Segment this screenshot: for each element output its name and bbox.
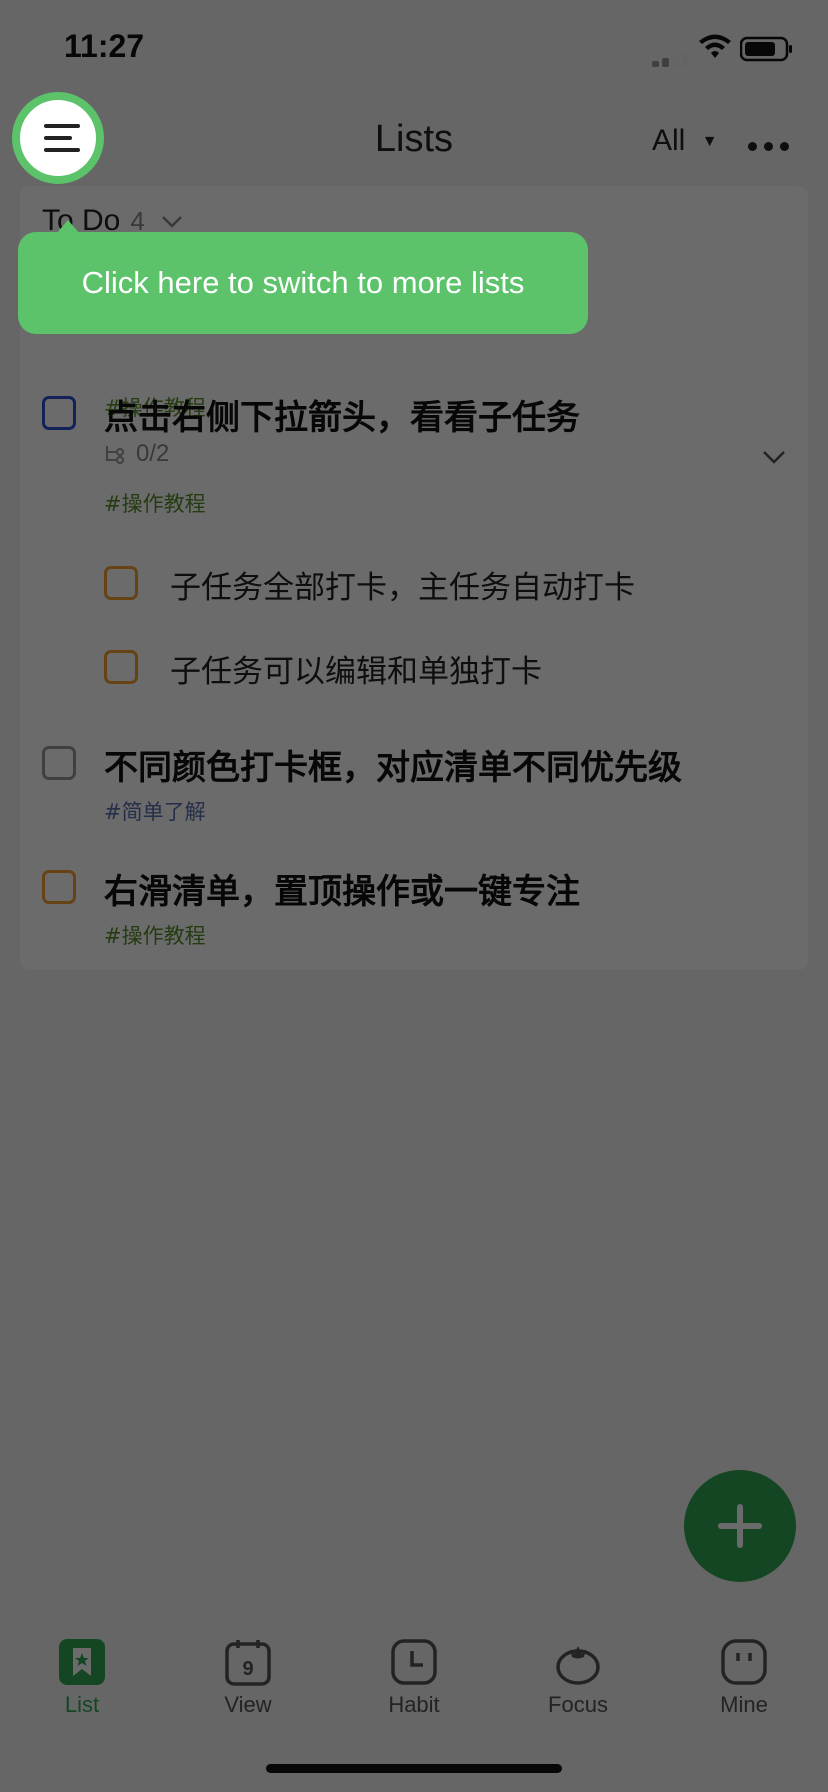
tab-view[interactable]: 9 View (188, 1638, 308, 1718)
subtask-progress: 0/2 (136, 440, 170, 467)
chevron-down-icon[interactable] (762, 450, 786, 466)
hamburger-icon (44, 124, 80, 128)
tab-label: Habit (388, 1692, 440, 1717)
dot-icon (764, 142, 773, 151)
wifi-icon (699, 34, 731, 58)
dot-icon (780, 142, 789, 151)
task-checkbox[interactable] (42, 746, 76, 780)
status-bar: 11:27 (0, 0, 828, 90)
filter-dropdown[interactable]: All ▼ (652, 124, 718, 158)
status-time: 11:27 (64, 28, 145, 64)
tab-label: Mine (720, 1692, 768, 1717)
clock-icon (391, 1639, 437, 1685)
task-title: 点击右侧下拉箭头，看看子任务 (104, 398, 580, 438)
battery-icon (740, 36, 792, 62)
calendar-icon: 9 (225, 1640, 271, 1686)
subtask-item[interactable]: 子任务全部打卡，主任务自动打卡 (20, 566, 808, 616)
tab-label: List (64, 1692, 100, 1717)
menu-button[interactable] (12, 92, 104, 184)
cellular-signal-icon (652, 48, 692, 67)
tab-mine[interactable]: Mine (684, 1638, 804, 1718)
chevron-down-icon (162, 216, 183, 228)
task-item[interactable]: 右滑清单，置顶操作或一键专注 #操作教程 (20, 870, 808, 970)
subtask-icon (106, 446, 124, 464)
caret-down-icon: ▼ (701, 133, 718, 151)
tab-label: View (224, 1692, 272, 1717)
task-checkbox[interactable] (42, 870, 76, 904)
onboarding-tooltip[interactable]: Click here to switch to more lists (18, 220, 588, 334)
more-options-button[interactable] (748, 136, 796, 155)
task-tag[interactable]: #操作教程 (104, 920, 206, 950)
task-tag[interactable]: #简单了解 (104, 796, 206, 826)
tab-list[interactable]: List (22, 1638, 142, 1718)
task-tag[interactable]: #操作教程 (104, 488, 206, 518)
tooltip-text: Click here to switch to more lists (81, 265, 525, 300)
task-item[interactable]: 不同颜色打卡框，对应清单不同优先级 #简单了解 (20, 746, 808, 846)
app-screen: 11:27 Lists All ▼ To Do 4 #操作教程 点击右侧下拉箭头… (0, 0, 828, 1792)
subtask-title: 子任务全部打卡，主任务自动打卡 (170, 570, 635, 606)
home-indicator (266, 1764, 562, 1773)
header: Lists All ▼ (0, 90, 828, 190)
subtask-checkbox[interactable] (104, 650, 138, 684)
task-checkbox[interactable] (42, 396, 76, 430)
tab-habit[interactable]: Habit (354, 1638, 474, 1718)
tooltip-arrow (56, 220, 80, 234)
subtask-item[interactable]: 子任务可以编辑和单独打卡 (20, 650, 808, 700)
list-icon (59, 1639, 105, 1685)
tab-label: Focus (548, 1692, 608, 1717)
filter-label: All (652, 124, 686, 157)
task-title: 右滑清单，置顶操作或一键专注 (104, 872, 580, 912)
calendar-day: 9 (242, 1658, 253, 1680)
dot-icon (748, 142, 757, 151)
add-task-button[interactable] (684, 1470, 796, 1582)
tomato-icon (556, 1646, 600, 1685)
tab-focus[interactable]: Focus (518, 1638, 638, 1718)
task-title: 不同颜色打卡框，对应清单不同优先级 (104, 748, 682, 788)
profile-face-icon (721, 1639, 767, 1685)
subtask-title: 子任务可以编辑和单独打卡 (170, 654, 542, 690)
subtask-checkbox[interactable] (104, 566, 138, 600)
task-item[interactable]: 点击右侧下拉箭头，看看子任务 0/2 #操作教程 子任务全部打卡，主任务自动打卡… (20, 396, 808, 690)
